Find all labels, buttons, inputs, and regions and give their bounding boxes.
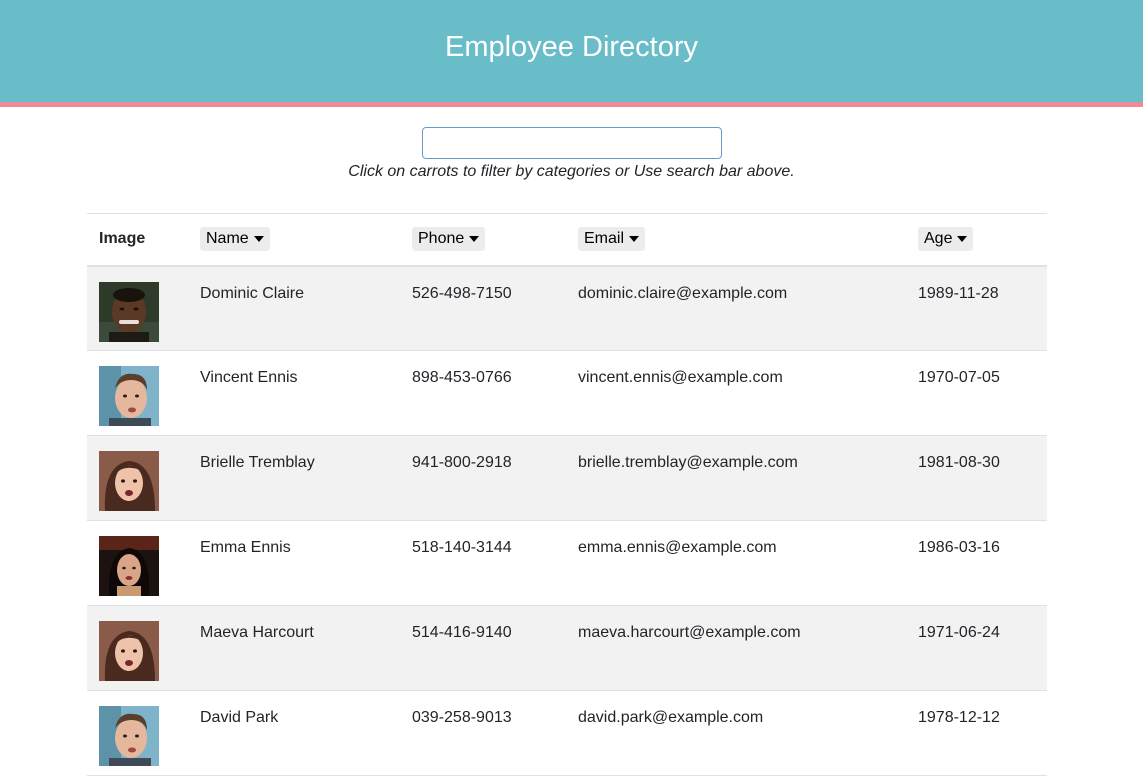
table-row: Vincent Ennis 898-453-0766 vincent.ennis…: [87, 351, 1047, 436]
sort-age-button[interactable]: Age: [918, 227, 974, 252]
column-label-phone: Phone: [418, 230, 465, 248]
avatar: [99, 621, 159, 681]
phone-cell: 941-800-2918: [412, 454, 512, 471]
sort-name-button[interactable]: Name: [200, 227, 270, 252]
avatar: [99, 366, 159, 426]
phone-cell: 039-258-9013: [412, 709, 512, 726]
image-cell: [87, 606, 188, 691]
email-cell: brielle.tremblay@example.com: [578, 454, 798, 471]
email-cell: emma.ennis@example.com: [578, 539, 777, 556]
avatar: [99, 536, 159, 596]
avatar: [99, 451, 159, 511]
name-cell: Vincent Ennis: [200, 369, 298, 386]
age-cell: 1978-12-12: [918, 709, 1000, 726]
age-cell: 1981-08-30: [918, 454, 1000, 471]
email-cell: vincent.ennis@example.com: [578, 369, 783, 386]
caret-down-icon: [469, 236, 480, 243]
column-header-image: Image: [87, 214, 188, 266]
caret-down-icon: [253, 236, 264, 243]
table-row: David Park 039-258-9013 david.park@examp…: [87, 691, 1047, 776]
avatar: [99, 281, 159, 342]
name-cell: David Park: [200, 709, 279, 726]
avatar: [99, 706, 159, 766]
column-header-age: Age: [906, 214, 1047, 266]
age-cell: 1986-03-16: [918, 539, 1000, 556]
column-header-phone: Phone: [400, 214, 566, 266]
phone-cell: 898-453-0766: [412, 369, 512, 386]
table-row: Maeva Harcourt 514-416-9140 maeva.harcou…: [87, 605, 1047, 691]
image-cell: [87, 691, 188, 776]
search-hint: Click on carrots to filter by categories…: [348, 163, 795, 180]
column-header-name: Name: [188, 214, 400, 266]
sort-email-button[interactable]: Email: [578, 227, 646, 252]
image-cell: [87, 521, 188, 606]
image-cell: [87, 266, 188, 351]
phone-cell: 518-140-3144: [412, 539, 512, 556]
table-row: Dominic Claire 526-498-7150 dominic.clai…: [87, 265, 1047, 351]
email-cell: maeva.harcourt@example.com: [578, 624, 801, 641]
name-cell: Brielle Tremblay: [200, 454, 315, 471]
column-header-email: Email: [566, 214, 906, 266]
column-label-name: Name: [206, 230, 249, 248]
name-cell: Maeva Harcourt: [200, 624, 314, 641]
sort-phone-button[interactable]: Phone: [412, 227, 486, 252]
table-body: Dominic Claire 526-498-7150 dominic.clai…: [87, 265, 1047, 776]
caret-down-icon: [957, 236, 968, 243]
image-cell: [87, 351, 188, 436]
app-header: Employee Directory: [0, 0, 1143, 107]
column-label-email: Email: [584, 230, 625, 248]
table-header-row: Image Name Phone Email Age: [87, 213, 1047, 266]
email-cell: david.park@example.com: [578, 709, 764, 726]
search-section: Click on carrots to filter by categories…: [0, 127, 1143, 181]
age-cell: 1971-06-24: [918, 624, 1000, 641]
table-row: Brielle Tremblay 941-800-2918 brielle.tr…: [87, 435, 1047, 521]
page-title: Employee Directory: [444, 31, 699, 63]
search-input[interactable]: [421, 127, 722, 159]
column-label-image: Image: [99, 230, 146, 248]
phone-cell: 514-416-9140: [412, 624, 512, 641]
age-cell: 1989-11-28: [918, 284, 999, 302]
image-cell: [87, 436, 188, 521]
employee-table: Image Name Phone Email Age Dominic Clair…: [87, 213, 1047, 776]
employee-table-container: Image Name Phone Email Age Dominic Clair…: [87, 213, 1047, 776]
name-cell: Emma Ennis: [200, 539, 291, 556]
caret-down-icon: [629, 236, 640, 243]
age-cell: 1970-07-05: [918, 369, 1000, 386]
name-cell: Dominic Claire: [200, 284, 305, 302]
table-row: Emma Ennis 518-140-3144 emma.ennis@examp…: [87, 521, 1047, 606]
email-cell: dominic.claire@example.com: [578, 284, 788, 302]
column-label-age: Age: [924, 230, 953, 248]
phone-cell: 526-498-7150: [412, 284, 512, 302]
